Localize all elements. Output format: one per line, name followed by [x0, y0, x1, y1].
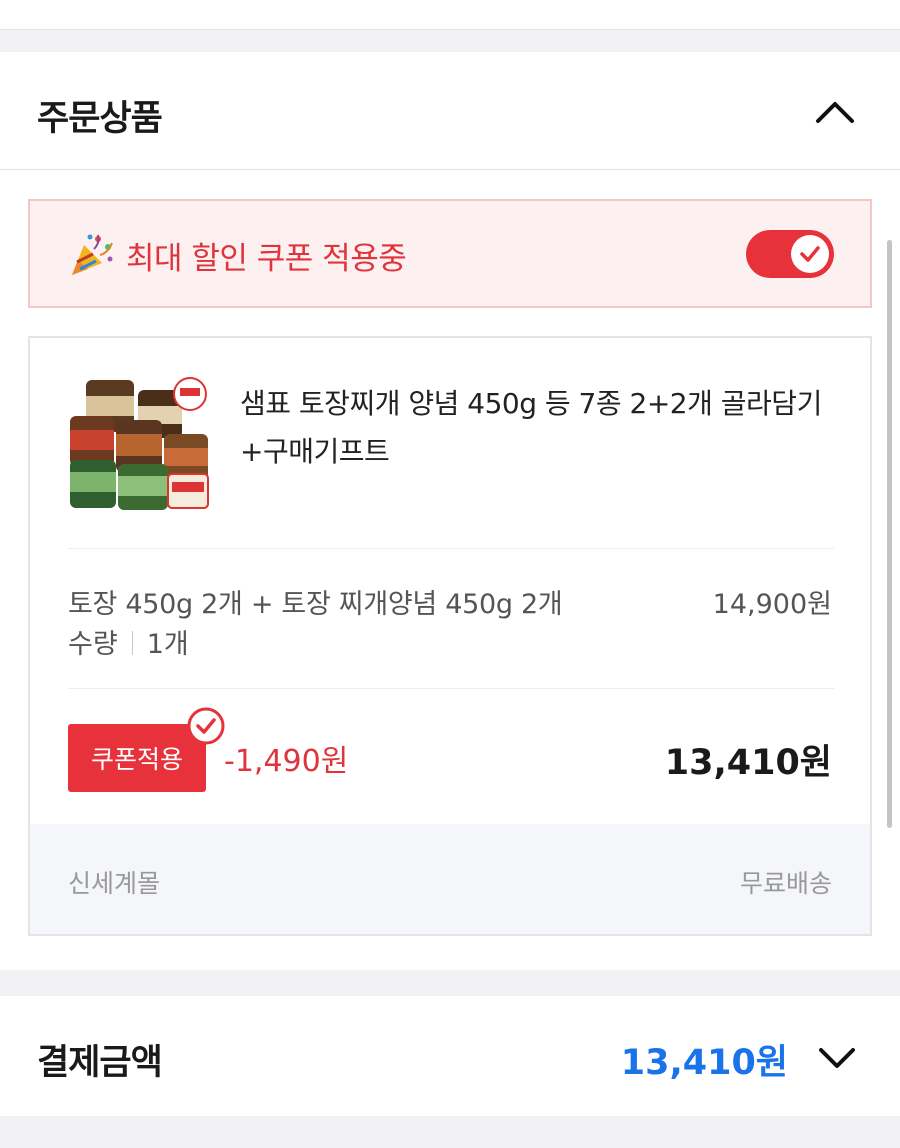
divider	[68, 688, 834, 689]
party-popper-icon	[68, 231, 116, 279]
option-price: 14,900원	[712, 589, 832, 620]
seller-name: 신세계몰	[68, 869, 161, 898]
payment-title: 결제금액	[37, 1043, 163, 1083]
discount-amount: -1,490원	[224, 744, 349, 779]
seller-footer: 신세계몰 무료배송	[30, 824, 870, 934]
product-image[interactable]	[68, 376, 210, 512]
quantity-label: 수량	[68, 629, 118, 660]
divider	[68, 548, 834, 549]
coupon-toggle[interactable]	[746, 230, 834, 278]
page: 주문상품 최대 할인 쿠폰 적용중 샘표 토장찌개 양념 450g 등 7종 2…	[0, 0, 900, 1148]
shipping-info: 무료배송	[739, 869, 832, 898]
quantity-separator	[131, 631, 133, 655]
quantity-row: 수량 1개	[68, 622, 189, 661]
top-section-remnant	[0, 0, 900, 30]
toggle-knob	[791, 235, 829, 273]
section-title: 주문상품	[37, 99, 163, 139]
chevron-down-icon[interactable]	[812, 1036, 862, 1080]
quantity-value: 1개	[146, 629, 189, 660]
max-discount-coupon-banner: 최대 할인 쿠폰 적용중	[28, 199, 872, 308]
check-icon	[800, 246, 820, 262]
payment-amount-section[interactable]: 결제금액 13,410원	[0, 996, 900, 1116]
order-products-card: 주문상품 최대 할인 쿠폰 적용중 샘표 토장찌개 양념 450g 등 7종 2…	[0, 52, 900, 970]
product-item: 샘표 토장찌개 양념 450g 등 7종 2+2개 골라담기 +구매기프트 토장…	[28, 336, 872, 936]
coupon-check-icon	[186, 706, 226, 746]
payment-amount: 13,410원	[620, 1043, 788, 1083]
chevron-up-icon[interactable]	[808, 88, 862, 134]
coupon-banner-text: 최대 할인 쿠폰 적용중	[126, 241, 407, 277]
product-name[interactable]: 샘표 토장찌개 양념 450g 등 7종 2+2개 골라담기 +구매기프트	[240, 380, 840, 476]
order-products-header[interactable]: 주문상품	[0, 52, 900, 170]
final-price: 13,410원	[664, 743, 832, 783]
product-option: 토장 450g 2개 + 토장 찌개양념 450g 2개	[68, 589, 563, 620]
scrollbar[interactable]	[887, 240, 892, 828]
